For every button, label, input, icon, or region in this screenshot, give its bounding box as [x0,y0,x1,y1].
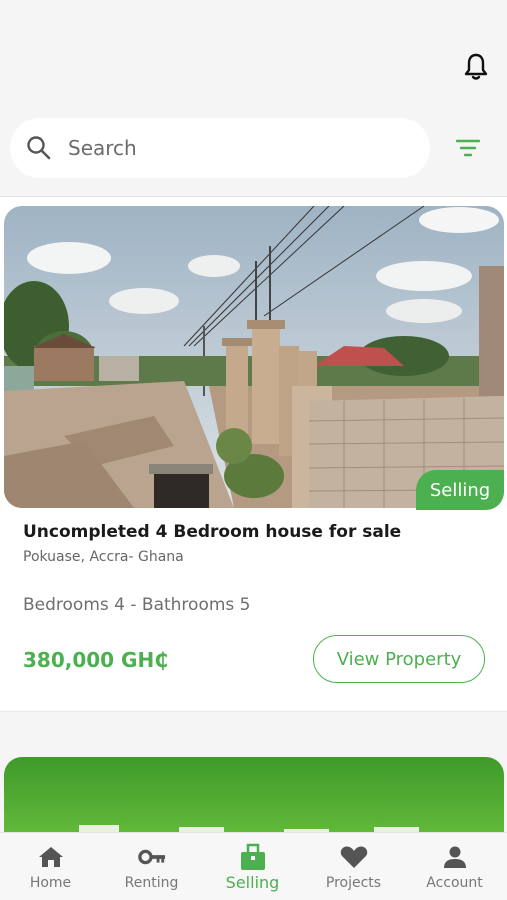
bottom-navigation: Home Renting Selling Projects Account [0,832,507,900]
search-row: Search [10,118,498,178]
nav-home[interactable]: Home [0,833,101,900]
search-icon [26,135,52,161]
view-property-button[interactable]: View Property [313,635,485,683]
nav-renting-label: Renting [124,875,179,891]
nav-selling-label: Selling [225,873,280,892]
listing-price: 380,000 GH₵ [23,648,169,672]
listing-location: Pokuase, Accra- Ghana [23,549,184,565]
screen: Search Selling Uncompleted 4 Bedroom hou… [0,0,507,900]
filter-icon[interactable] [455,136,481,160]
listing-photo[interactable] [4,206,504,508]
shopping-bag-icon [239,843,267,870]
nav-projects[interactable]: Projects [303,833,404,900]
person-icon [441,844,469,870]
nav-renting[interactable]: Renting [101,833,202,900]
nav-selling[interactable]: Selling [202,833,303,900]
nav-account-label: Account [426,875,483,891]
nav-account[interactable]: Account [404,833,505,900]
listing-rooms: Bedrooms 4 - Bathrooms 5 [23,595,251,615]
listing-card[interactable]: Selling Uncompleted 4 Bedroom house for … [0,197,507,711]
nav-projects-label: Projects [325,875,382,891]
heart-icon [340,844,368,870]
bell-icon[interactable] [463,52,489,82]
selling-badge: Selling [416,470,504,510]
key-icon [137,844,166,870]
nav-home-label: Home [29,875,72,891]
search-input[interactable]: Search [10,118,430,178]
search-placeholder: Search [68,136,137,160]
listing-title[interactable]: Uncompleted 4 Bedroom house for sale [23,522,401,542]
card-divider [0,711,507,712]
home-icon [37,844,65,870]
